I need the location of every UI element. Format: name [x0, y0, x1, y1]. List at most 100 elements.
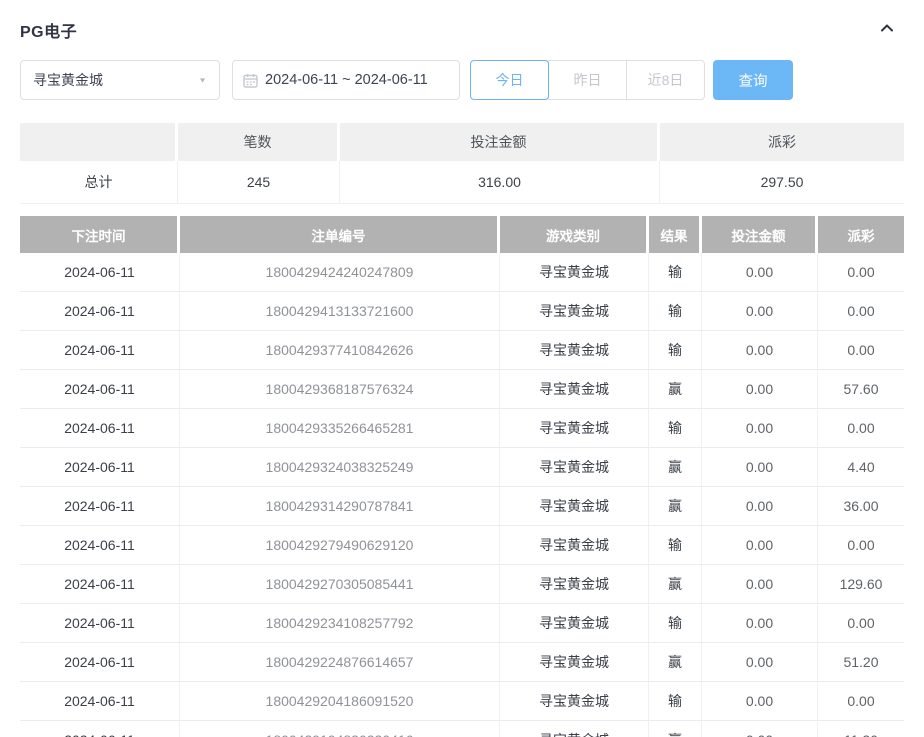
payout-cell: 51.20	[818, 643, 904, 681]
result-cell: 赢	[649, 448, 702, 486]
bet-amount-cell: 0.00	[702, 721, 818, 737]
result-cell: 赢	[649, 487, 702, 525]
table-row: 2024-06-111800429204186091520寻宝黄金城输0.000…	[20, 682, 904, 721]
bet-time-cell: 2024-06-11	[20, 565, 180, 603]
bet-id-cell: 1800429270305085441	[180, 565, 500, 603]
summary-total-count: 245	[178, 161, 340, 203]
summary-header-count: 笔数	[178, 123, 340, 161]
result-cell: 输	[649, 604, 702, 642]
result-cell: 输	[649, 409, 702, 447]
game-type-cell: 寻宝黄金城	[500, 643, 649, 681]
game-type-cell: 寻宝黄金城	[500, 409, 649, 447]
bet-time-cell: 2024-06-11	[20, 526, 180, 564]
bet-amount-cell: 0.00	[702, 253, 818, 291]
table-row: 2024-06-111800429335266465281寻宝黄金城输0.000…	[20, 409, 904, 448]
summary-total-row: 总计 245 316.00 297.50	[20, 161, 904, 204]
bet-time-cell: 2024-06-11	[20, 604, 180, 642]
summary-total-payout: 297.50	[660, 161, 904, 203]
result-cell: 赢	[649, 370, 702, 408]
result-cell: 赢	[649, 643, 702, 681]
bet-id-cell: 1800429324038325249	[180, 448, 500, 486]
payout-cell: 57.60	[818, 370, 904, 408]
date-range-input[interactable]: 2024-06-11 ~ 2024-06-11	[232, 60, 460, 100]
calendar-icon	[243, 73, 258, 88]
bet-table-header: 下注时间 注单编号 游戏类别 结果 投注金额 派彩	[20, 216, 904, 253]
col-header-bet-amount: 投注金额	[702, 216, 818, 253]
table-row: 2024-06-111800429270305085441寻宝黄金城赢0.001…	[20, 565, 904, 604]
chevron-up-icon	[878, 19, 896, 42]
yesterday-button[interactable]: 昨日	[548, 60, 627, 100]
last-8-days-button[interactable]: 近8日	[626, 60, 705, 100]
payout-cell: 0.00	[818, 409, 904, 447]
game-type-cell: 寻宝黄金城	[500, 331, 649, 369]
bet-time-cell: 2024-06-11	[20, 721, 180, 737]
bet-id-cell: 1800429424240247809	[180, 253, 500, 291]
payout-cell: 4.40	[818, 448, 904, 486]
result-cell: 输	[649, 682, 702, 720]
bet-id-cell: 1800429314290787841	[180, 487, 500, 525]
game-type-cell: 寻宝黄金城	[500, 721, 649, 737]
result-cell: 输	[649, 292, 702, 330]
bet-amount-cell: 0.00	[702, 409, 818, 447]
table-row: 2024-06-111800429368187576324寻宝黄金城赢0.005…	[20, 370, 904, 409]
game-type-cell: 寻宝黄金城	[500, 253, 649, 291]
bet-time-cell: 2024-06-11	[20, 292, 180, 330]
bet-amount-cell: 0.00	[702, 565, 818, 603]
bet-id-cell: 1800429224876614657	[180, 643, 500, 681]
game-type-cell: 寻宝黄金城	[500, 487, 649, 525]
table-row: 2024-06-111800429324038325249寻宝黄金城赢0.004…	[20, 448, 904, 487]
result-cell: 输	[649, 331, 702, 369]
table-row: 2024-06-111800429413133721600寻宝黄金城输0.000…	[20, 292, 904, 331]
bet-id-cell: 1800429377410842626	[180, 331, 500, 369]
table-row: 2024-06-111800429279490629120寻宝黄金城输0.000…	[20, 526, 904, 565]
bet-time-cell: 2024-06-11	[20, 682, 180, 720]
bet-id-cell: 1800429234108257792	[180, 604, 500, 642]
bet-amount-cell: 0.00	[702, 292, 818, 330]
summary-header-payout: 派彩	[660, 123, 904, 161]
payout-cell: 11.20	[818, 721, 904, 737]
game-type-cell: 寻宝黄金城	[500, 370, 649, 408]
table-row: 2024-06-111800429224876614657寻宝黄金城赢0.005…	[20, 643, 904, 682]
result-cell: 输	[649, 253, 702, 291]
game-type-cell: 寻宝黄金城	[500, 604, 649, 642]
table-row: 2024-06-111800429194820220416寻宝黄金城赢0.001…	[20, 721, 904, 737]
filter-controls: 寻宝黄金城 ▼ 2024-06-11 ~ 2024-06-11 今日 昨日 近8…	[20, 60, 904, 100]
today-button[interactable]: 今日	[470, 60, 549, 100]
game-type-cell: 寻宝黄金城	[500, 565, 649, 603]
col-header-bet-id: 注单编号	[180, 216, 500, 253]
bet-time-cell: 2024-06-11	[20, 253, 180, 291]
bet-time-cell: 2024-06-11	[20, 487, 180, 525]
bet-id-cell: 1800429368187576324	[180, 370, 500, 408]
summary-header-row: 笔数 投注金额 派彩	[20, 123, 904, 161]
bet-records-table: 下注时间 注单编号 游戏类别 结果 投注金额 派彩 2024-06-111800…	[20, 216, 904, 737]
bet-amount-cell: 0.00	[702, 370, 818, 408]
game-select[interactable]: 寻宝黄金城 ▼	[20, 60, 220, 100]
payout-cell: 0.00	[818, 604, 904, 642]
bet-amount-cell: 0.00	[702, 448, 818, 486]
panel-header: PG电子	[20, 18, 904, 42]
bet-time-cell: 2024-06-11	[20, 331, 180, 369]
panel-title: PG电子	[20, 18, 77, 42]
payout-cell: 0.00	[818, 253, 904, 291]
summary-header-empty	[20, 123, 178, 161]
quick-date-buttons: 今日 昨日 近8日	[470, 60, 705, 100]
query-button[interactable]: 查询	[713, 60, 793, 100]
date-range-value: 2024-06-11 ~ 2024-06-11	[265, 72, 428, 88]
col-header-payout: 派彩	[818, 216, 904, 253]
bet-amount-cell: 0.00	[702, 682, 818, 720]
game-type-cell: 寻宝黄金城	[500, 292, 649, 330]
col-header-bet-time: 下注时间	[20, 216, 180, 253]
bet-id-cell: 1800429279490629120	[180, 526, 500, 564]
bet-amount-cell: 0.00	[702, 487, 818, 525]
result-cell: 输	[649, 526, 702, 564]
bet-amount-cell: 0.00	[702, 643, 818, 681]
bet-amount-cell: 0.00	[702, 526, 818, 564]
payout-cell: 0.00	[818, 526, 904, 564]
pg-electronic-panel: PG电子 寻宝黄金城 ▼ 2024-06-11 ~ 2024-06-11 今日 …	[0, 0, 924, 737]
chevron-down-icon: ▼	[198, 76, 207, 84]
collapse-panel-button[interactable]	[876, 19, 898, 41]
bet-amount-cell: 0.00	[702, 604, 818, 642]
bet-amount-cell: 0.00	[702, 331, 818, 369]
summary-total-label: 总计	[20, 161, 178, 203]
table-row: 2024-06-111800429424240247809寻宝黄金城输0.000…	[20, 253, 904, 292]
